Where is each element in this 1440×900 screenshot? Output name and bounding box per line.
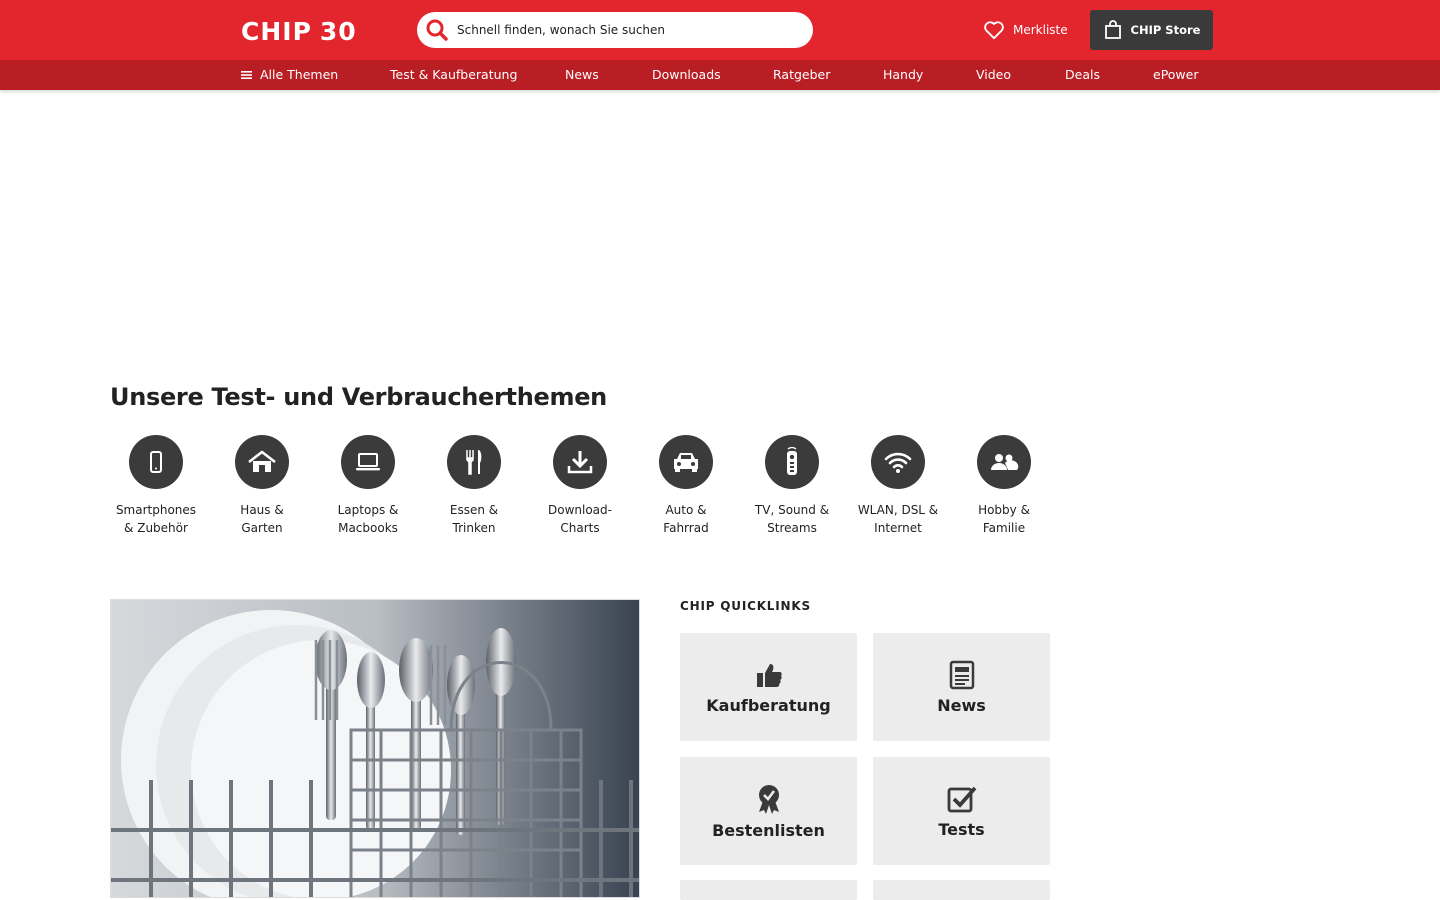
teaser-image[interactable] [110, 599, 640, 898]
quicklink-news[interactable]: News [873, 633, 1050, 741]
car-icon [659, 435, 713, 489]
cutlery-icon [447, 435, 501, 489]
topic-label: Laptops & Macbooks [337, 503, 399, 535]
quicklink-label: Kaufberatung [706, 695, 831, 715]
menu-icon [241, 70, 252, 79]
chip-logo[interactable]: CHIP 30 [241, 16, 357, 46]
search-bar[interactable] [417, 12, 813, 48]
quicklink-tests[interactable]: Tests [873, 757, 1050, 865]
topic-download-charts[interactable]: Download- Charts [527, 435, 633, 537]
newspaper-icon [949, 660, 974, 689]
chip-store-button[interactable]: CHIP Store [1090, 10, 1213, 50]
house-icon [235, 435, 289, 489]
quicklink-partial-right[interactable] [873, 880, 1050, 900]
checkbox-icon [947, 786, 976, 812]
nav-item-deals[interactable]: Deals [1065, 67, 1100, 82]
topic-label: Haus & Garten [240, 503, 284, 535]
nav-item-news[interactable]: News [565, 67, 599, 82]
main-navigation: Alle Themen Test & Kaufberatung News Dow… [0, 60, 1440, 90]
download-icon [553, 435, 607, 489]
award-icon [758, 784, 779, 814]
nav-item-epower[interactable]: ePower [1153, 67, 1198, 82]
search-icon[interactable] [425, 18, 449, 42]
quicklink-bestenlisten[interactable]: Bestenlisten [680, 757, 857, 865]
logo-anniversary: 30 [319, 16, 357, 46]
topic-haus-garten[interactable]: Haus & Garten [209, 435, 315, 537]
nav-all-topics[interactable]: Alle Themen [241, 67, 338, 82]
wifi-icon [871, 435, 925, 489]
topic-essen-trinken[interactable]: Essen & Trinken [421, 435, 527, 537]
shopping-bag-icon [1104, 20, 1121, 39]
nav-item-video[interactable]: Video [976, 67, 1011, 82]
remote-icon [765, 435, 819, 489]
family-icon [977, 435, 1031, 489]
store-label: CHIP Store [1130, 23, 1201, 37]
topic-label: Smartphones & Zubehör [115, 503, 197, 535]
topic-label: TV, Sound & Streams [754, 503, 830, 535]
topic-label: Hobby & Familie [978, 503, 1030, 535]
nav-item-handy[interactable]: Handy [883, 67, 923, 82]
nav-item-downloads[interactable]: Downloads [652, 67, 721, 82]
quicklink-label: News [937, 695, 986, 715]
topic-wlan-dsl[interactable]: WLAN, DSL & Internet [845, 435, 951, 537]
logo-text: CHIP [241, 16, 312, 46]
quicklink-label: Tests [938, 819, 985, 839]
quicklinks-title: CHIP QUICKLINKS [680, 599, 811, 613]
topic-label: Download- Charts [548, 503, 612, 535]
smartphone-icon [129, 435, 183, 489]
topic-label: Auto & Fahrrad [663, 503, 709, 535]
topics-section-title: Unsere Test- und Verbraucherthemen [110, 383, 607, 411]
topic-smartphones[interactable]: Smartphones & Zubehör [103, 435, 209, 537]
topic-label: Essen & Trinken [449, 503, 499, 535]
search-input[interactable] [457, 23, 787, 37]
nav-item-test-kaufberatung[interactable]: Test & Kaufberatung [390, 67, 517, 82]
merkliste-link[interactable]: Merkliste [983, 17, 1068, 43]
thumbs-up-icon [756, 663, 782, 687]
quicklink-label: Bestenlisten [712, 820, 825, 840]
topic-hobby-familie[interactable]: Hobby & Familie [951, 435, 1057, 537]
topic-laptops[interactable]: Laptops & Macbooks [315, 435, 421, 537]
heart-icon [984, 21, 1004, 40]
topic-auto-fahrrad[interactable]: Auto & Fahrrad [633, 435, 739, 537]
topic-tv-sound[interactable]: TV, Sound & Streams [739, 435, 845, 537]
nav-item-ratgeber[interactable]: Ratgeber [773, 67, 830, 82]
topic-label: WLAN, DSL & Internet [857, 503, 939, 535]
top-header: CHIP 30 Merkliste CHIP Store [0, 0, 1440, 60]
merkliste-label: Merkliste [1013, 23, 1068, 37]
laptop-icon [341, 435, 395, 489]
quicklink-partial-left[interactable] [680, 880, 857, 900]
nav-all-topics-label: Alle Themen [260, 67, 339, 82]
quicklink-kaufberatung[interactable]: Kaufberatung [680, 633, 857, 741]
